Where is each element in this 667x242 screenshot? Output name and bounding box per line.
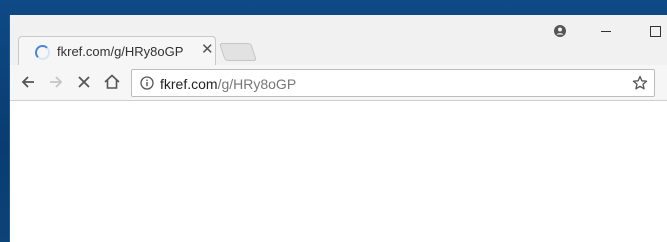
url-host: fkref.com: [160, 76, 218, 92]
new-tab-button[interactable]: [219, 43, 257, 61]
back-arrow-icon[interactable]: [18, 72, 38, 92]
person-icon[interactable]: [554, 25, 566, 37]
maximize-button[interactable]: [650, 26, 661, 37]
url-text[interactable]: fkref.com/g/HRy8oGP: [160, 76, 296, 92]
page-content: [10, 101, 667, 242]
info-icon[interactable]: [140, 76, 154, 90]
address-bar[interactable]: fkref.com/g/HRy8oGP: [131, 69, 655, 97]
title-bar: fkref.com/g/HRy8oGP ✕: [10, 15, 667, 66]
browser-tab[interactable]: fkref.com/g/HRy8oGP ✕: [18, 36, 216, 66]
url-path: /g/HRy8oGP: [217, 76, 297, 92]
stop-icon[interactable]: [74, 72, 94, 92]
minimize-button[interactable]: [601, 31, 611, 32]
browser-window: fkref.com/g/HRy8oGP ✕ fkref.com/g/HRy8oG…: [10, 15, 667, 242]
home-icon[interactable]: [102, 72, 122, 92]
forward-arrow-icon[interactable]: [46, 72, 66, 92]
loading-spinner-icon: [35, 45, 50, 60]
toolbar: fkref.com/g/HRy8oGP: [10, 65, 667, 101]
star-icon[interactable]: [632, 75, 648, 91]
tab-title: fkref.com/g/HRy8oGP: [57, 44, 184, 59]
tab-close-icon[interactable]: ✕: [201, 42, 214, 58]
